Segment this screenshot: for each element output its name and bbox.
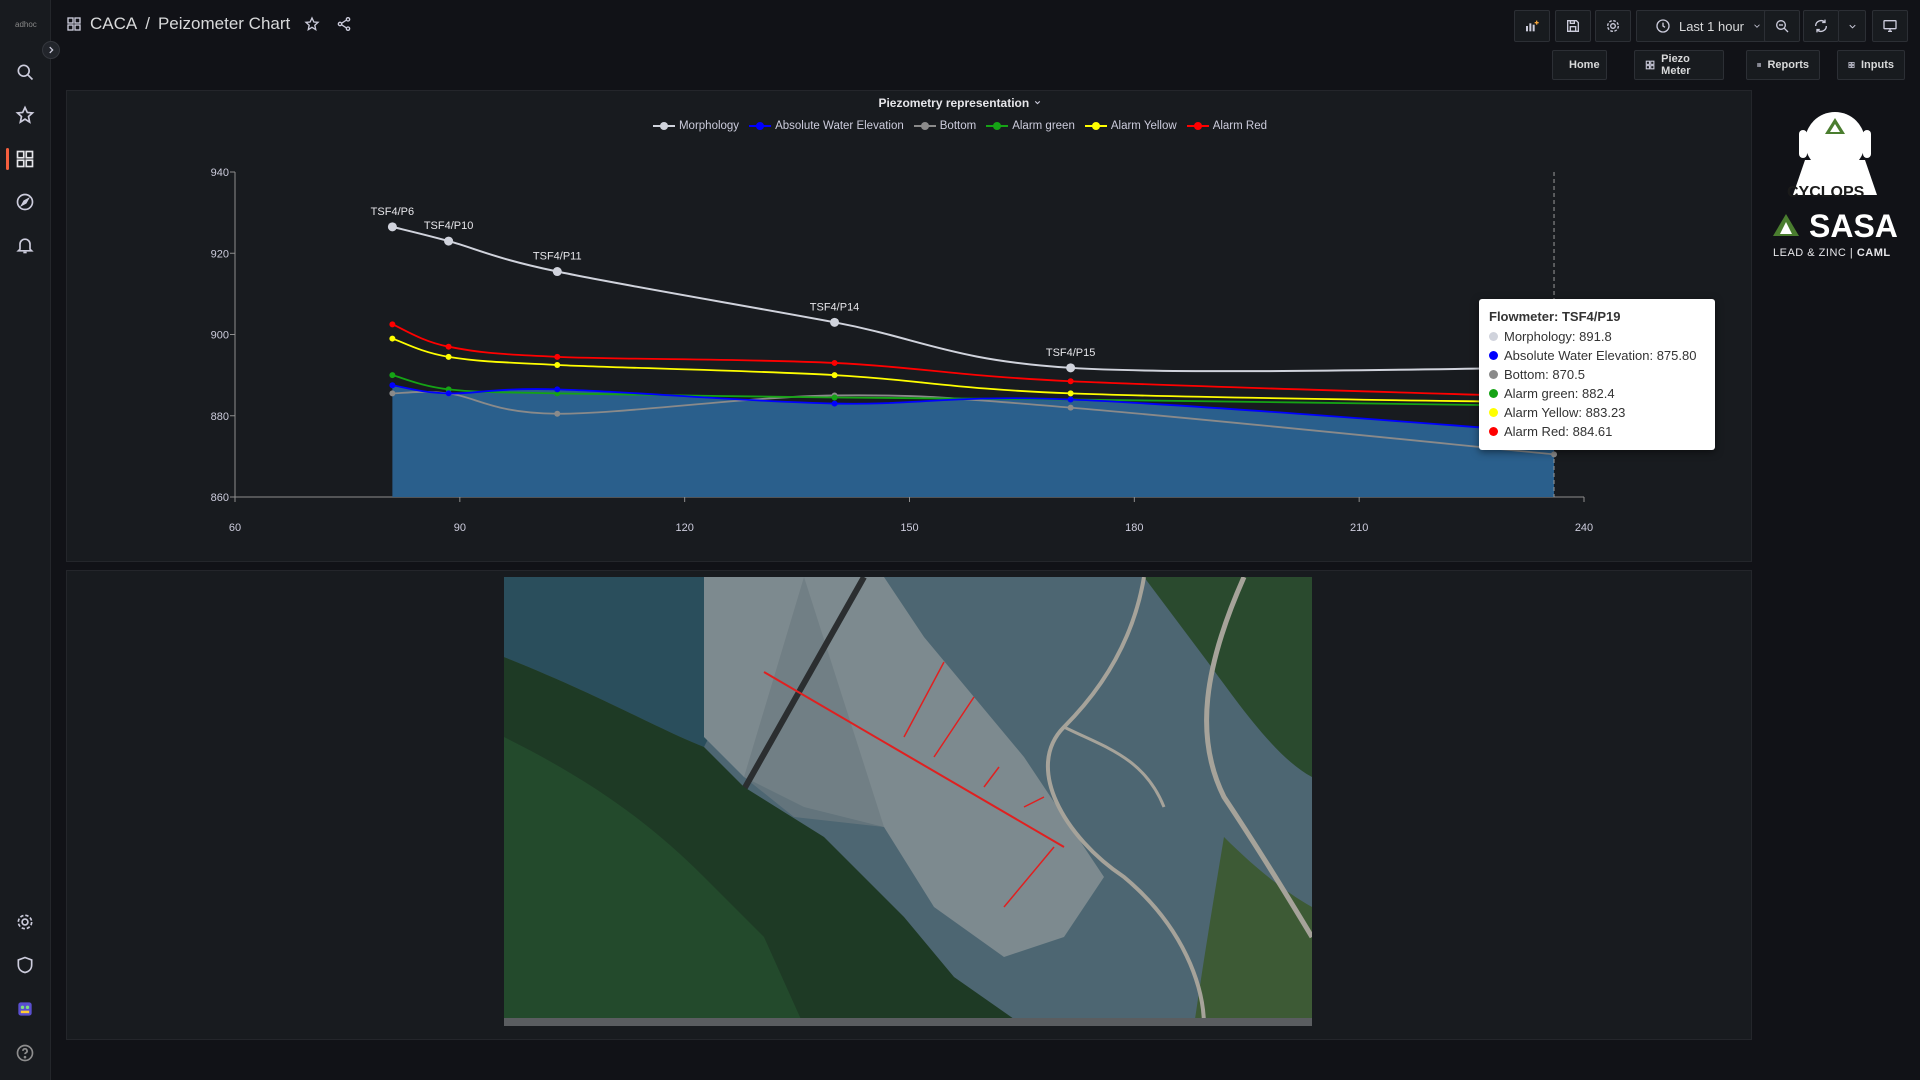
x-tick-label: 240 [1575,522,1593,534]
point-label: TSF4/P10 [424,220,474,232]
tooltip-color-dot [1489,351,1498,360]
logo-brand: CYCLOPS [1787,184,1865,201]
data-point-alarm_yellow [554,361,561,368]
point-label: TSF4/P6 [371,206,414,218]
x-tick-label: 120 [675,522,693,534]
data-point-alarm_red [831,359,838,366]
tooltip-row-label: Alarm green: 882.4 [1504,386,1615,401]
y-tick-label: 940 [211,167,229,179]
tooltip-row: Absolute Water Elevation: 875.80 [1489,346,1705,365]
water-area-fill [392,385,1555,497]
chart-tooltip: Flowmeter: TSF4/P19 Morphology: 891.8 Abs… [1479,299,1715,450]
y-tick-label: 920 [211,248,229,260]
data-point-alarm_yellow [1067,390,1074,397]
x-tick-label: 210 [1350,522,1368,534]
data-point-alarm_red [389,321,396,328]
data-point-alarm_yellow [389,335,396,342]
tooltip-row-label: Absolute Water Elevation: 875.80 [1504,348,1697,363]
aerial-site-image [504,577,1312,1026]
point-label: TSF4/P15 [1046,347,1096,359]
logo-partner: CAML [1856,247,1891,259]
point-label: TSF4/P11 [533,251,582,263]
data-point-alarm_red [445,343,452,350]
tooltip-title: Flowmeter: TSF4/P19 [1489,309,1621,324]
logo-tagline: LEAD & ZINC | CAML [1773,247,1891,259]
data-point-water [831,400,838,407]
data-point-morphology [552,267,562,277]
tooltip-row-label: Alarm Red: 884.61 [1504,424,1613,439]
data-point-alarm_green [831,394,838,401]
series-line-morphology [392,225,1555,373]
data-point-bottom [389,390,396,397]
data-point-water [554,386,561,393]
point-label: TSF4/P14 [810,301,860,313]
data-point-morphology [830,317,840,327]
tooltip-row-label: Morphology: 891.8 [1504,329,1612,344]
tooltip-color-dot [1489,389,1498,398]
data-point-alarm_green [389,372,396,379]
data-point-bottom [1067,404,1074,411]
logo-company: SASA [1809,208,1898,244]
y-tick-label: 900 [211,330,229,342]
tooltip-row: Alarm Red: 884.61 [1489,422,1705,441]
mountain-icon [1773,214,1799,236]
x-tick-label: 60 [229,522,241,534]
tooltip-row: Alarm Yellow: 883.23 [1489,403,1705,422]
logo-tagline-text: LEAD & ZINC [1773,247,1847,259]
cyclops-sasa-logo: CYCLOPS SASA LEAD & ZINC | CAML [1765,100,1905,265]
data-point-water [389,382,396,389]
tooltip-color-dot [1489,408,1498,417]
data-point-bottom [1551,451,1558,458]
data-point-water [1067,396,1074,403]
tooltip-row: Bottom: 870.5 [1489,365,1705,384]
data-point-water [445,390,452,397]
x-tick-label: 180 [1125,522,1143,534]
tooltip-color-dot [1489,370,1498,379]
data-point-alarm_red [1067,378,1074,385]
tooltip-row-label: Alarm Yellow: 883.23 [1504,405,1626,420]
y-tick-label: 860 [211,492,229,504]
data-point-alarm_yellow [831,372,838,379]
x-tick-label: 90 [454,522,466,534]
series-line-alarm_red [392,323,1555,398]
data-point-morphology [1066,363,1076,373]
data-point-alarm_yellow [445,353,452,360]
data-point-alarm_red [554,353,561,360]
tooltip-row-label: Bottom: 870.5 [1504,367,1585,382]
tooltip-row: Morphology: 891.8 [1489,327,1705,346]
y-tick-label: 880 [211,411,229,423]
tooltip-row: Alarm green: 882.4 [1489,384,1705,403]
tooltip-color-dot [1489,332,1498,341]
x-tick-label: 150 [900,522,918,534]
tooltip-color-dot [1489,427,1498,436]
data-point-morphology [387,222,397,232]
data-point-bottom [554,410,561,417]
data-point-morphology [444,236,454,246]
